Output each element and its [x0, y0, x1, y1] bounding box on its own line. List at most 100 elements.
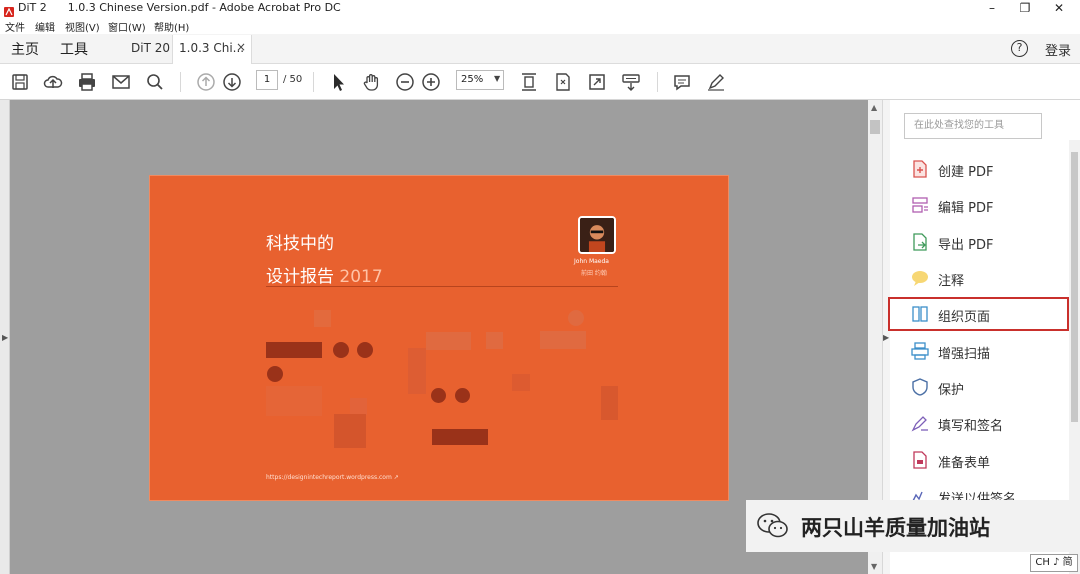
tool-prepare-form[interactable]: 准备表单: [904, 445, 1066, 475]
cover-pattern-block: [350, 398, 367, 415]
enhance-scan-icon: [910, 341, 930, 361]
cover-year: 2017: [339, 267, 383, 287]
tool-enhance-scan[interactable]: 增强扫描: [904, 336, 1066, 366]
edit-pdf-icon: [910, 195, 930, 215]
app-short-name: DiT 2: [18, 1, 47, 14]
toolbar-separator: [657, 72, 658, 92]
cover-pattern-block: [408, 348, 426, 394]
zoom-out-icon[interactable]: [394, 71, 416, 93]
hand-tool-icon[interactable]: [361, 71, 383, 93]
cover-pattern-block: [601, 386, 618, 420]
cover-divider: [266, 286, 618, 287]
create-pdf-icon: [910, 159, 930, 179]
menu-edit[interactable]: 编辑: [35, 19, 55, 34]
cover-pattern-dot: [568, 310, 584, 326]
scrollbar-thumb[interactable]: [870, 120, 880, 134]
tool-label: 编辑 PDF: [938, 201, 994, 216]
select-cursor-icon[interactable]: [327, 71, 349, 93]
cover-pattern-dot: [357, 342, 373, 358]
previous-page-icon[interactable]: [195, 71, 217, 93]
full-screen-icon[interactable]: [586, 71, 608, 93]
page-number-input[interactable]: 1: [256, 70, 278, 90]
watermark-text: 两只山羊质量加油站: [801, 516, 990, 540]
cover-title-line2: 设计报告 2017: [266, 262, 383, 287]
tool-label: 保护: [938, 383, 965, 398]
cover-pattern-block: [334, 414, 366, 448]
print-icon[interactable]: [76, 71, 98, 93]
tool-protect[interactable]: 保护: [904, 372, 1066, 402]
menu-help[interactable]: 帮助(H): [154, 19, 189, 34]
cover-pattern-block: [266, 342, 322, 358]
cover-pattern-block: [540, 331, 586, 349]
tab-home[interactable]: 主页: [11, 39, 39, 59]
export-pdf-icon: [910, 232, 930, 252]
tool-label: 导出 PDF: [938, 238, 994, 253]
tool-label: 填写和签名: [938, 419, 1004, 434]
cover-url: https://designintechreport.wordpress.com…: [266, 474, 399, 481]
cover-pattern-dot: [267, 366, 283, 382]
comment-icon: [910, 268, 930, 288]
fill-sign-icon: [910, 413, 930, 433]
pen-icon[interactable]: [705, 71, 727, 93]
cover-pattern-dot: [455, 388, 470, 403]
tool-label: 创建 PDF: [938, 165, 994, 180]
tab-document-2[interactable]: 1.0.3 Chi...: [179, 41, 244, 55]
chevron-right-icon: ▶: [2, 333, 9, 342]
next-page-icon[interactable]: [221, 71, 243, 93]
zoom-in-icon[interactable]: [420, 71, 442, 93]
tool-fill-sign[interactable]: 填写和签名: [904, 408, 1066, 438]
tool-export-pdf[interactable]: 导出 PDF: [904, 227, 1066, 257]
acrobat-logo-icon: [3, 3, 15, 17]
protect-icon: [910, 377, 930, 397]
fit-page-icon[interactable]: [552, 71, 574, 93]
comment-icon[interactable]: [671, 71, 693, 93]
login-link[interactable]: 登录: [1045, 40, 1071, 59]
maximize-button[interactable]: ❐: [1008, 0, 1042, 18]
tab-close-icon[interactable]: ×: [236, 40, 246, 54]
chevron-right-icon: ▶: [883, 333, 890, 342]
minimize-button[interactable]: –: [975, 0, 1009, 18]
menu-view[interactable]: 视图(V): [65, 19, 100, 34]
cover-pattern-block: [426, 332, 471, 350]
save-icon[interactable]: [9, 71, 31, 93]
email-icon[interactable]: [110, 71, 132, 93]
search-icon[interactable]: [144, 71, 166, 93]
tab-document-1[interactable]: DiT 20: [131, 41, 170, 55]
window-title: DiT 2 1.0.3 Chinese Version.pdf - Adobe …: [18, 1, 341, 14]
chevron-down-icon: ▼: [494, 74, 501, 83]
page-total-label: / 50: [283, 74, 303, 85]
external-link-icon: ↗: [393, 474, 399, 481]
tool-comment[interactable]: 注释: [904, 263, 1066, 293]
cover-pattern-block: [266, 386, 322, 416]
menu-window[interactable]: 窗口(W): [108, 19, 146, 34]
cover-title-text: 设计报告: [266, 267, 334, 287]
tab-tools[interactable]: 工具: [60, 39, 88, 59]
toolbar-separator: [313, 72, 314, 92]
tool-search-input[interactable]: 在此处查找您的工具: [904, 113, 1042, 139]
zoom-select[interactable]: 25% ▼: [456, 70, 504, 90]
scroll-mode-icon[interactable]: [518, 71, 540, 93]
scroll-down-icon[interactable]: ▼: [871, 562, 877, 571]
menu-file[interactable]: 文件: [5, 19, 25, 34]
tool-edit-pdf[interactable]: 编辑 PDF: [904, 190, 1066, 220]
toolbar-separator: [180, 72, 181, 92]
close-window-button[interactable]: ✕: [1042, 0, 1076, 18]
cover-pattern-block: [512, 374, 530, 391]
cover-pattern-block: [432, 429, 488, 445]
cover-url-text: https://designintechreport.wordpress.com: [266, 474, 392, 481]
help-icon[interactable]: ?: [1011, 40, 1028, 57]
ime-indicator[interactable]: CH ♪ 简: [1030, 554, 1078, 572]
scroll-up-icon[interactable]: ▲: [871, 103, 877, 112]
cover-pattern-block: [486, 332, 503, 349]
author-avatar: [578, 216, 616, 254]
scrollbar-thumb[interactable]: [1071, 152, 1078, 422]
keyboard-download-icon[interactable]: [620, 71, 642, 93]
wechat-icon: [756, 512, 790, 540]
tool-create-pdf[interactable]: 创建 PDF: [904, 154, 1066, 184]
cover-title-line1: 科技中的: [266, 234, 334, 254]
document-title: 1.0.3 Chinese Version.pdf - Adobe Acroba…: [67, 1, 341, 14]
highlight-box: [888, 297, 1069, 331]
tool-label: 增强扫描: [938, 347, 991, 362]
prepare-form-icon: [910, 450, 930, 470]
cloud-upload-icon[interactable]: [42, 71, 64, 93]
